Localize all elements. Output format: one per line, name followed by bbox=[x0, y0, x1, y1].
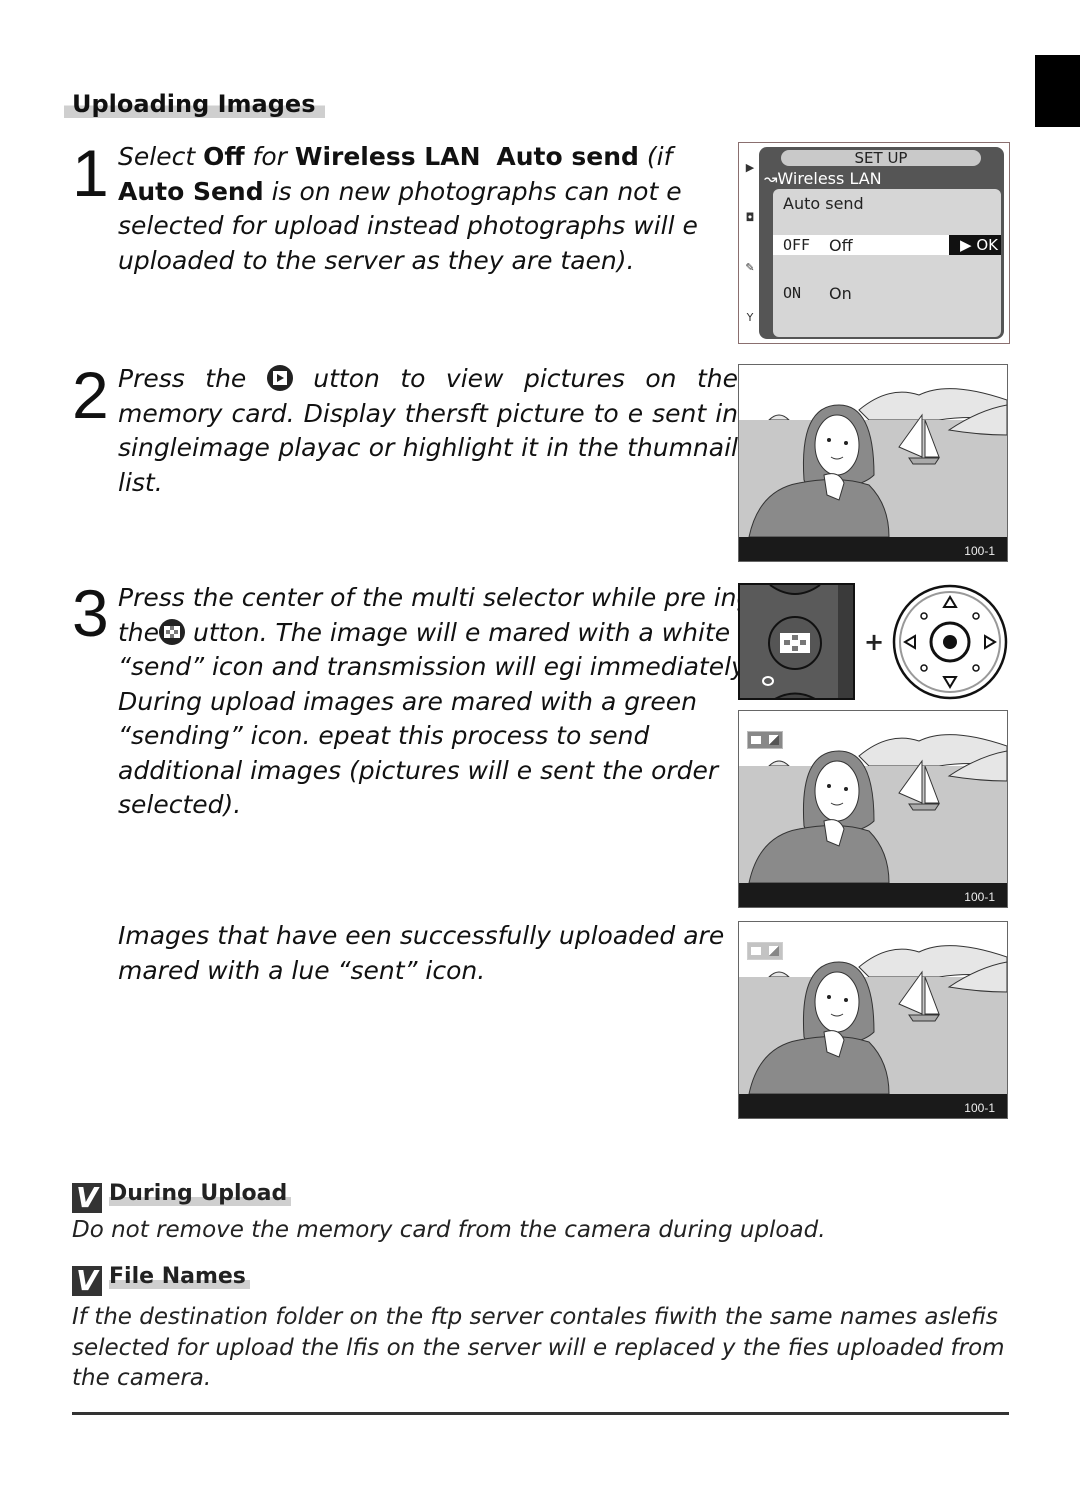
option-off: Off bbox=[203, 142, 245, 171]
photo-info-bar: 100-1 bbox=[739, 537, 1007, 561]
thumbnail-button-illustration bbox=[738, 583, 855, 700]
step-text: Press the center of the multi selector w… bbox=[118, 581, 758, 823]
menu-auto-send: Auto send bbox=[496, 142, 639, 171]
step-number: 1 bbox=[72, 136, 109, 210]
setup-menu-screen: ▶ ◘ ✎ Y SET UP ↝Wireless LAN Auto send O… bbox=[738, 142, 1010, 344]
text-run: Press the bbox=[118, 364, 267, 393]
note-title: During Upload bbox=[109, 1181, 292, 1206]
playback-photo-sent: 100-1 bbox=[738, 921, 1008, 1119]
menu-breadcrumb: ↝Wireless LAN bbox=[764, 169, 882, 188]
setup-menu-icon: Y bbox=[746, 311, 754, 324]
frame-number: 100-1 bbox=[964, 890, 995, 904]
menu-option-off[interactable]: OFF Off ▶ OK bbox=[773, 235, 1001, 255]
sent-icon bbox=[747, 942, 783, 960]
menu-header: SET UP bbox=[781, 150, 981, 167]
check-v-icon: V bbox=[72, 1266, 102, 1296]
shooting-menu-icon: ◘ bbox=[745, 211, 755, 224]
text-run: (if bbox=[638, 142, 673, 171]
option-code: ON bbox=[783, 284, 802, 302]
step-number: 2 bbox=[72, 358, 109, 432]
camera-body bbox=[740, 585, 853, 698]
menu-option-on[interactable]: ON On bbox=[773, 283, 1001, 303]
chapter-tab bbox=[1035, 55, 1080, 127]
multi-selector-illustration bbox=[891, 583, 1009, 705]
option-label: Off bbox=[829, 236, 853, 255]
step-text: Press the utton to view pictures on the … bbox=[118, 362, 738, 500]
playback-button-icon bbox=[266, 365, 293, 391]
menu-panel: Auto send OFF Off ▶ OK ON On bbox=[773, 189, 1001, 337]
menu-side-tabs: ▶ ◘ ✎ Y bbox=[739, 161, 759, 361]
sent-note-text: Images that have een successfully upload… bbox=[118, 921, 725, 985]
text-run: utton. The image will e mared with a whi… bbox=[118, 617, 752, 820]
menu-body: SET UP ↝Wireless LAN Auto send OFF Off ▶… bbox=[759, 147, 1004, 339]
option-code: OFF bbox=[783, 236, 811, 254]
wireless-icon: ↝ bbox=[764, 169, 778, 188]
step-number: 3 bbox=[72, 576, 109, 650]
menu-wireless-lan: Wireless LAN bbox=[294, 142, 481, 171]
playback-photo: 100-1 bbox=[738, 364, 1008, 562]
custom-settings-icon: ✎ bbox=[745, 261, 755, 274]
text-run: Select bbox=[118, 142, 204, 171]
text-run: for bbox=[244, 142, 295, 171]
playback-photo-sending: 100-1 bbox=[738, 710, 1008, 908]
menu-auto-send: Auto Send bbox=[118, 176, 264, 206]
menu-panel-title: Auto send bbox=[783, 194, 864, 213]
photo-illustration bbox=[739, 365, 1007, 561]
step-text: Select Off for Wireless LAN Auto send (i… bbox=[118, 140, 730, 278]
photo-info-bar: 100-1 bbox=[739, 1094, 1007, 1118]
breadcrumb-label: Wireless LAN bbox=[777, 169, 882, 188]
frame-number: 100-1 bbox=[964, 1101, 995, 1115]
note-title: File Names bbox=[109, 1264, 250, 1289]
note-body: Do not remove the memory card from the c… bbox=[72, 1217, 826, 1243]
note-body: If the destination folder on the ftp ser… bbox=[72, 1304, 1005, 1391]
frame-number: 100-1 bbox=[964, 544, 995, 558]
sending-icon bbox=[747, 731, 783, 749]
plus-sign: + bbox=[864, 628, 885, 656]
photo-info-bar: 100-1 bbox=[739, 883, 1007, 907]
playback-menu-icon: ▶ bbox=[745, 161, 755, 174]
ok-indicator: ▶ OK bbox=[949, 235, 1001, 255]
multi-selector-icon bbox=[892, 584, 1008, 700]
option-label: On bbox=[829, 284, 852, 303]
check-v-icon: V bbox=[72, 1183, 102, 1213]
section-title: Uploading Images bbox=[64, 90, 326, 118]
footer-divider bbox=[72, 1412, 1009, 1415]
thumbnail-button-icon bbox=[159, 618, 186, 645]
